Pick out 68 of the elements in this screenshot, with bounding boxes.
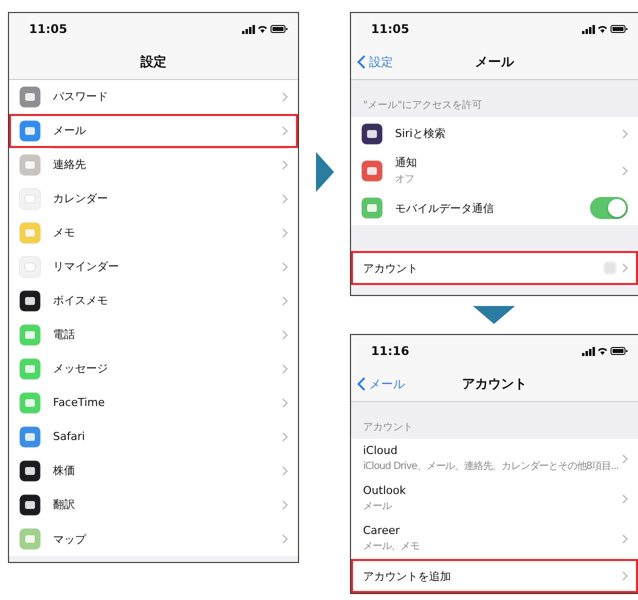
chevron-icon bbox=[622, 166, 628, 176]
chevron-icon bbox=[282, 432, 288, 442]
settings-row[interactable]: アカウント bbox=[351, 251, 638, 285]
down-arrow-icon bbox=[473, 306, 515, 324]
back-link[interactable]: メール bbox=[357, 376, 405, 392]
row-label: メモ bbox=[53, 225, 76, 240]
chevron-icon bbox=[622, 128, 628, 138]
back-chevron-icon bbox=[357, 377, 366, 391]
row-label: 電話 bbox=[53, 327, 76, 342]
chevron-icon bbox=[282, 92, 288, 102]
chevron-icon bbox=[282, 296, 288, 306]
row-label: モバイルデータ通信 bbox=[395, 200, 495, 216]
settings-row[interactable]: メール bbox=[9, 114, 298, 148]
back-chevron-icon bbox=[357, 55, 366, 69]
row-sublabel: オフ bbox=[395, 173, 415, 186]
row-label: アカウント bbox=[363, 260, 419, 276]
toggle-switch[interactable] bbox=[590, 197, 628, 219]
row-label: マップ bbox=[53, 532, 88, 546]
row-label: 翻訳 bbox=[53, 497, 76, 512]
row-label: iCloud bbox=[363, 444, 398, 457]
status-icons-drawing bbox=[582, 346, 628, 356]
row-label: 株価 bbox=[53, 463, 76, 478]
chevron-icon bbox=[622, 494, 628, 504]
chevron-icon bbox=[282, 262, 288, 272]
chevron-icon bbox=[622, 454, 628, 464]
chevron-icon bbox=[282, 466, 288, 476]
row-label: Outlook bbox=[363, 484, 407, 497]
chevron-icon bbox=[282, 160, 288, 170]
status-time: 11:16 bbox=[371, 344, 410, 358]
row-label: Career bbox=[363, 524, 401, 537]
screen-title: アカウント bbox=[462, 376, 527, 393]
chevron-icon bbox=[282, 228, 288, 238]
back-link[interactable]: 設定 bbox=[357, 54, 393, 70]
chevron-icon bbox=[282, 534, 288, 544]
row-sublabel: メール bbox=[363, 500, 393, 513]
screen-title: メール bbox=[475, 54, 514, 71]
row-label: メッセージ bbox=[53, 361, 109, 376]
row-label: Safari bbox=[53, 430, 86, 443]
status-time: 11:05 bbox=[371, 22, 410, 36]
row-label: FaceTime bbox=[53, 396, 106, 409]
chevron-icon bbox=[282, 194, 288, 204]
chevron-icon bbox=[622, 534, 628, 544]
chevron-icon bbox=[282, 364, 288, 374]
chevron-icon bbox=[282, 330, 288, 340]
row-label: Siriと検索 bbox=[395, 126, 447, 141]
status-icons-drawing bbox=[242, 24, 288, 34]
row-label: 通知 bbox=[395, 155, 418, 170]
screen-title: 設定 bbox=[140, 54, 166, 71]
row-sublabel: iCloud Drive、メール、連絡先、カレンダーとその他8項目... bbox=[363, 460, 620, 473]
chevron-icon bbox=[622, 263, 628, 273]
status-time: 11:05 bbox=[29, 22, 68, 36]
settings-row[interactable]: アカウントを追加 bbox=[351, 559, 638, 593]
chevron-icon bbox=[282, 398, 288, 408]
row-label: パスワード bbox=[53, 89, 109, 104]
chevron-icon bbox=[282, 500, 288, 510]
right-arrow-icon bbox=[316, 152, 334, 192]
row-label: リマインダー bbox=[53, 259, 120, 274]
section-header: "メール"にアクセスを許可 bbox=[362, 98, 484, 113]
row-label: ボイスメモ bbox=[53, 293, 109, 308]
status-icons-drawing bbox=[582, 24, 628, 34]
row-label: カレンダー bbox=[53, 191, 109, 206]
section-header: アカウント bbox=[362, 421, 414, 435]
row-label: メール bbox=[53, 123, 87, 138]
chevron-icon bbox=[282, 126, 288, 136]
row-label: 連絡先 bbox=[53, 157, 87, 172]
chevron-icon bbox=[622, 571, 628, 581]
row-label: アカウントを追加 bbox=[363, 568, 452, 584]
row-sublabel: メール、メモ bbox=[363, 540, 420, 553]
